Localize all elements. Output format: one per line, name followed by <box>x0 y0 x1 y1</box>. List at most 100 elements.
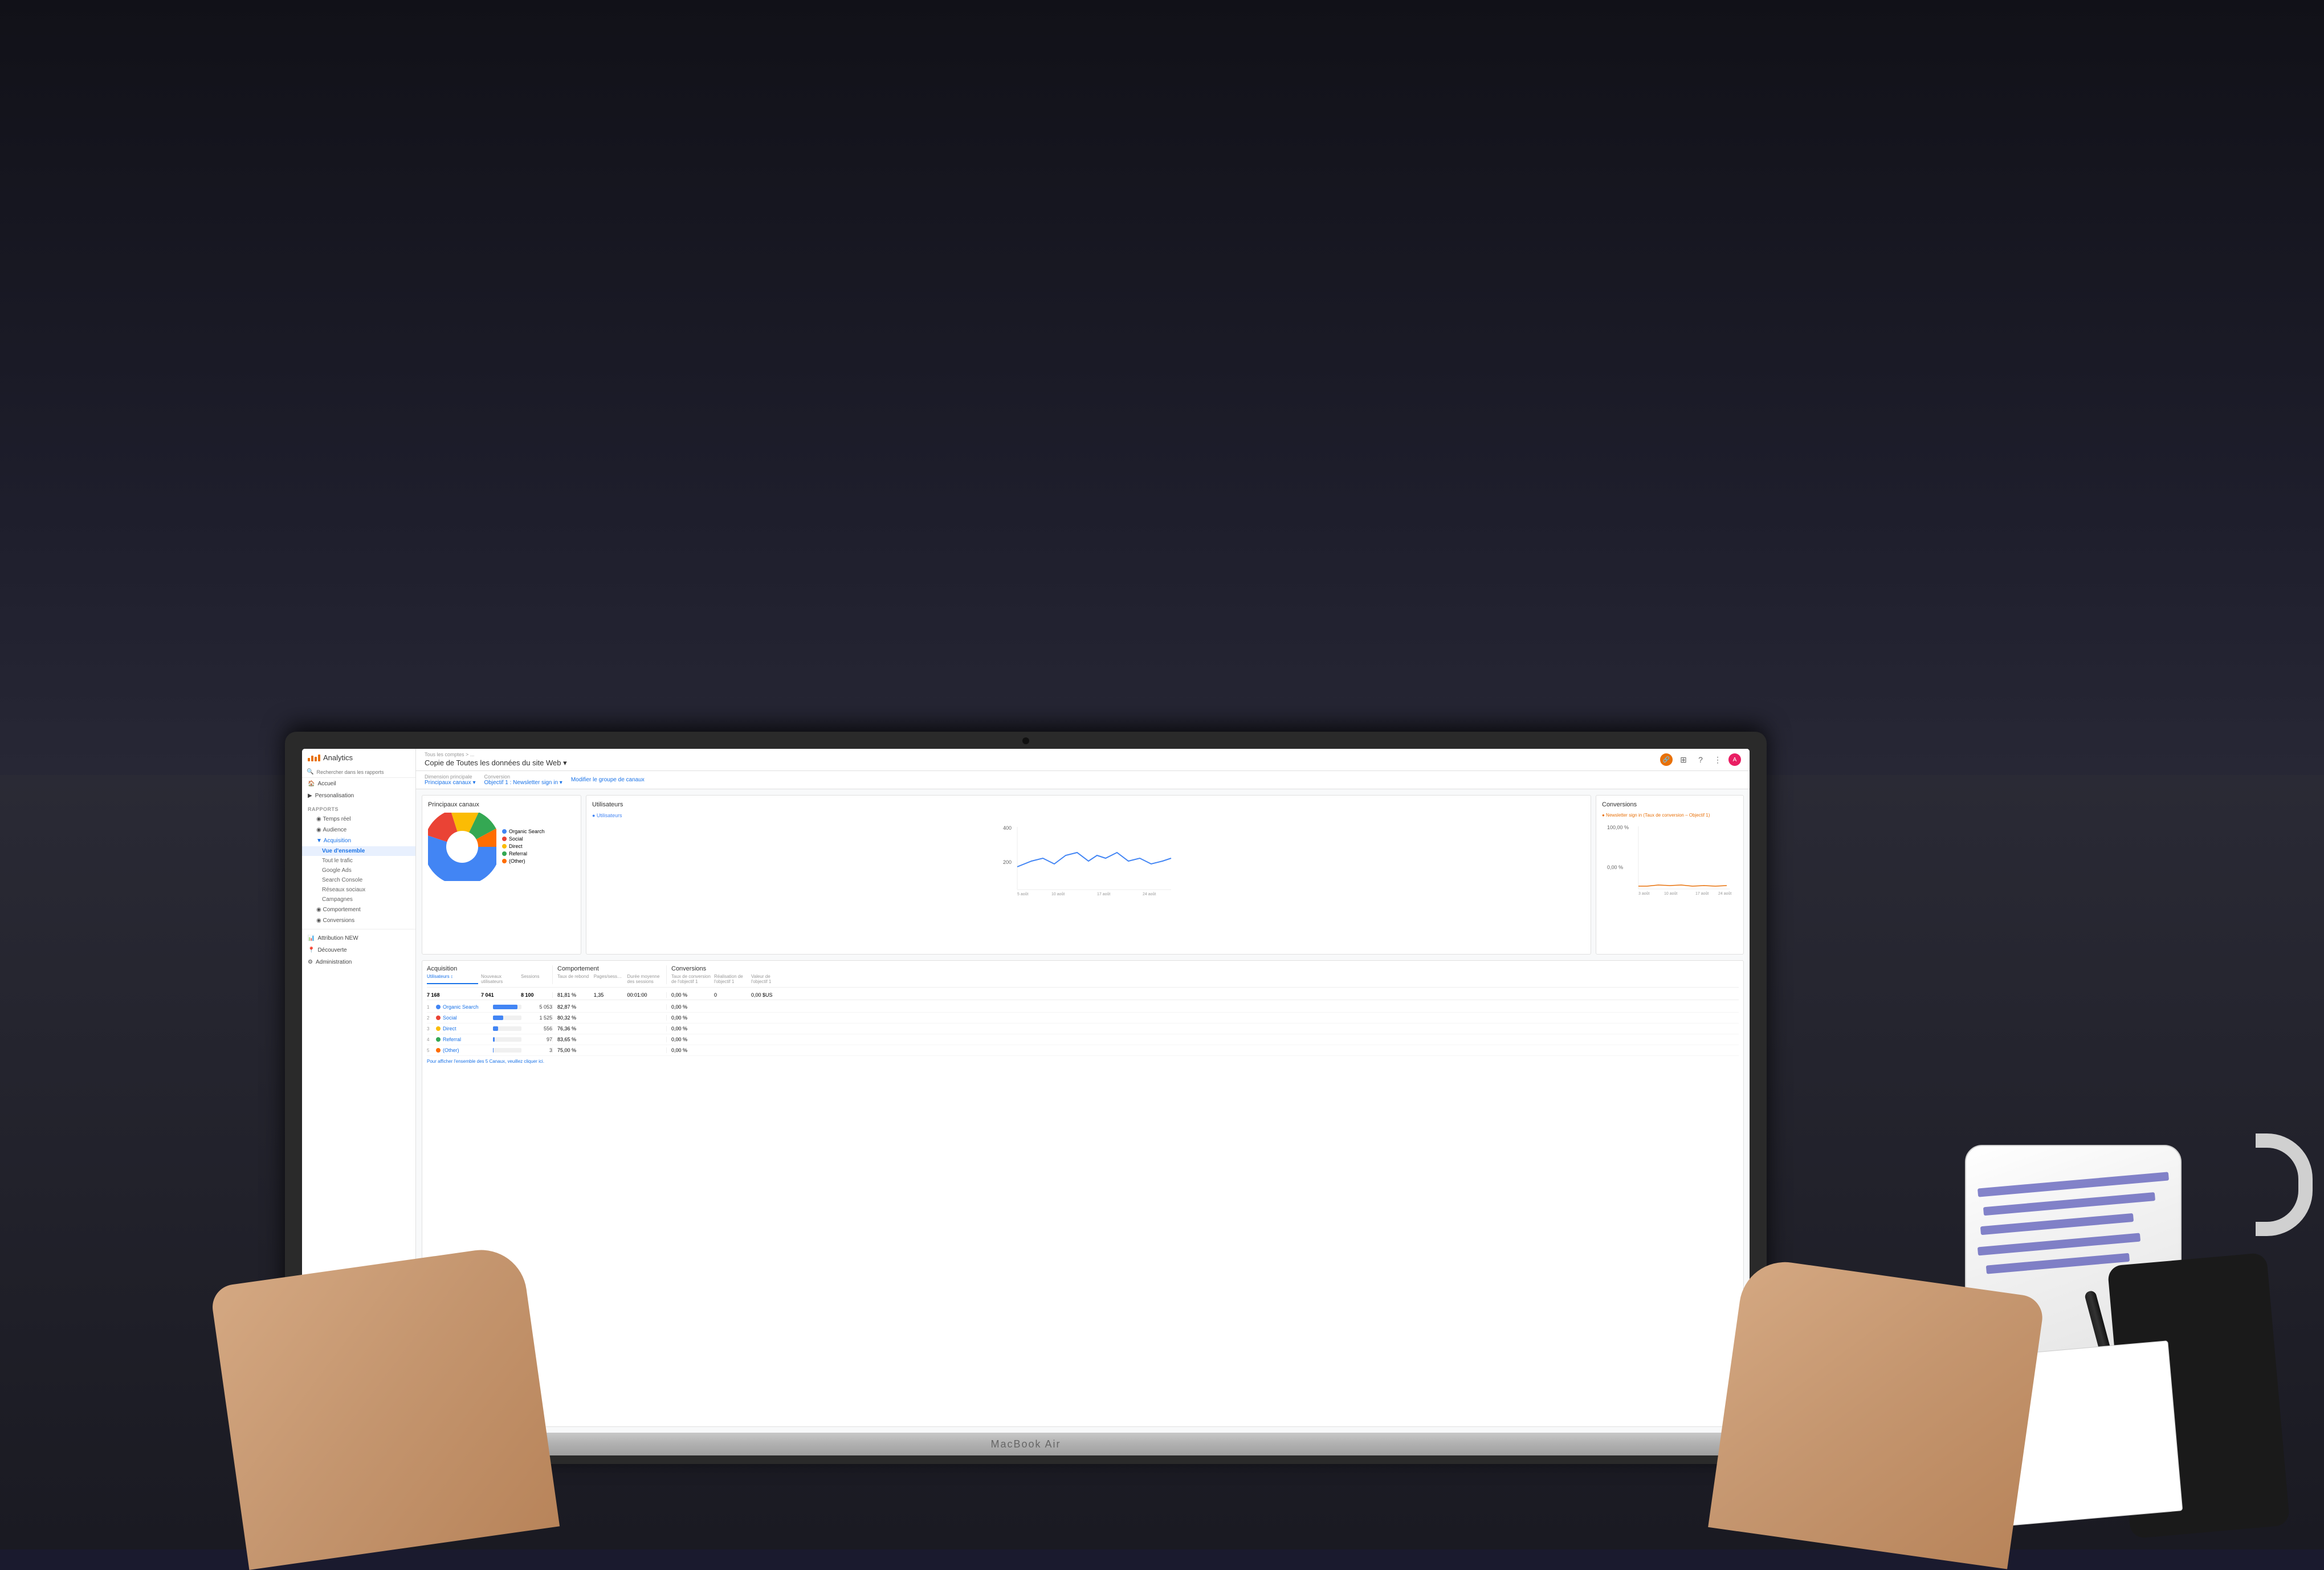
pages-1 <box>594 1004 625 1010</box>
top-bar: Tous les comptes > ... Copie de Toutes l… <box>416 749 1750 771</box>
rank4: 4 <box>427 1037 434 1042</box>
svg-text:0,00 %: 0,00 % <box>1607 864 1623 870</box>
table-section: Acquisition Utilisateurs ↕ Nouveaux util… <box>422 960 1744 1427</box>
bar2 <box>311 756 313 761</box>
dimension-label: Dimension principale <box>425 774 476 780</box>
target-icon: ◉ <box>316 917 321 924</box>
share-icon-button[interactable]: 🔗 <box>1660 753 1673 766</box>
sidebar-item-campagnes[interactable]: Campagnes <box>302 895 415 904</box>
user-icon: ▶ <box>308 793 312 799</box>
dimension-select[interactable]: Principaux canaux ▾ <box>425 780 476 786</box>
legend-direct: Direct <box>502 843 545 849</box>
data-rows: 1 Organic Search 5 053 <box>427 1002 1739 1056</box>
color-dot-4 <box>436 1037 441 1042</box>
acquisition-section-header: Acquisition Utilisateurs ↕ Nouveaux util… <box>427 965 552 984</box>
more-icon[interactable]: ⋮ <box>1711 753 1724 766</box>
legend-dot-direct <box>502 844 507 849</box>
footer-note[interactable]: Pour afficher l'ensemble des 5 Canaux, v… <box>427 1059 1739 1064</box>
top-icons: 🔗 ⊞ ? ⋮ A <box>1660 753 1741 766</box>
chart-conversions-top: Conversions ● Newsletter sign in (Taux d… <box>1596 795 1744 955</box>
search-icon: 🔍 <box>307 769 313 775</box>
conversion-select[interactable]: Objectif 1 : Newsletter sign in ▾ <box>484 780 562 786</box>
conversions-line <box>1638 885 1727 886</box>
sidebar-item-acquisition[interactable]: ▼ Acquisition <box>302 835 415 846</box>
conv-taux-3: 0,00 % <box>671 1026 711 1031</box>
users-val-1: 5 053 <box>529 1004 552 1010</box>
table-row: 5 (Other) 3 <box>427 1045 1739 1056</box>
utilisateurs-line <box>1017 853 1171 867</box>
channel-name-3[interactable]: Direct <box>443 1026 491 1031</box>
conv-valeur-1 <box>751 1004 782 1010</box>
channel-name-1[interactable]: Organic Search <box>443 1004 491 1010</box>
pie-chart-svg <box>428 813 496 881</box>
pie-chart-container: Organic Search Social Direct <box>428 813 575 881</box>
bar-fill-5 <box>493 1048 494 1053</box>
conv-row3: 0,00 % <box>666 1026 1739 1031</box>
sidebar-item-conversions[interactable]: ◉ Conversions <box>302 915 415 926</box>
rebond-3: 76,36 % <box>557 1026 592 1031</box>
grid-icon[interactable]: ⊞ <box>1677 753 1690 766</box>
sidebar-item-attribution[interactable]: 📊 Attribution NEW <box>302 932 415 944</box>
legend-other: (Other) <box>502 858 545 864</box>
bar-bg-3 <box>493 1026 521 1031</box>
legend-dot-organic <box>502 829 507 834</box>
sidebar-item-google-ads[interactable]: Google Ads <box>302 866 415 875</box>
conv-total-real: 0 <box>714 992 748 998</box>
users-val-4: 97 <box>529 1037 552 1042</box>
home-icon: 🏠 <box>308 781 315 787</box>
comp-row3: 76,36 % <box>552 1026 666 1031</box>
rank3: 3 <box>427 1026 434 1031</box>
sidebar-item-search-console[interactable]: Search Console <box>302 875 415 885</box>
comp-row1: 82,87 % <box>552 1004 666 1010</box>
sidebar-item-vue-ensemble[interactable]: Vue d'ensemble <box>302 846 415 856</box>
bar-wrap-3 <box>493 1026 527 1031</box>
comportement-section-header: Comportement Taux de rebond Pages/sess… … <box>552 965 666 984</box>
sidebar-item-accueil[interactable]: 🏠 Accueil <box>302 778 415 790</box>
acq-row2: 2 Social 1 525 <box>427 1015 552 1021</box>
bar-bg-4 <box>493 1037 521 1042</box>
bar-wrap-5 <box>493 1048 527 1053</box>
bar-wrap-2 <box>493 1016 527 1020</box>
acquisition-col-headers: Utilisateurs ↕ Nouveaux utilisateurs Ses… <box>427 974 552 984</box>
acq-col-sessions: Sessions <box>521 974 547 984</box>
bar-wrap-1 <box>493 1005 527 1009</box>
edit-channels-link[interactable]: Modifier le groupe de canaux <box>571 777 645 783</box>
channel-name-5[interactable]: (Other) <box>443 1047 491 1053</box>
conv-taux-4: 0,00 % <box>671 1037 711 1042</box>
conv-col-valeur: Valeur de l'objectif 1 <box>751 974 782 984</box>
sidebar-item-tout-trafic[interactable]: Tout le trafic <box>302 856 415 866</box>
sidebar-item-decouverte[interactable]: 📍 Découverte <box>302 944 415 956</box>
sidebar-item-audience[interactable]: ◉ Audience <box>302 825 415 835</box>
channel-name-2[interactable]: Social <box>443 1015 491 1021</box>
left-hand <box>210 1244 560 1570</box>
comp-col-duree: Durée moyenne des sessions <box>627 974 666 984</box>
rank5: 5 <box>427 1048 434 1053</box>
help-icon[interactable]: ? <box>1694 753 1707 766</box>
sidebar-search-container[interactable]: 🔍 <box>302 766 415 778</box>
channel-name-4[interactable]: Referral <box>443 1037 491 1042</box>
sidebar-item-temps-reel[interactable]: ◉ Temps réel <box>302 814 415 825</box>
table-card: Acquisition Utilisateurs ↕ Nouveaux util… <box>422 960 1744 1427</box>
acq-col-new: Nouveaux utilisateurs <box>481 974 518 984</box>
comp-total-rebond: 81,81 % <box>557 992 591 998</box>
gear-icon: ⚙ <box>308 959 313 965</box>
sidebar-item-reseaux-sociaux[interactable]: Réseaux sociaux <box>302 885 415 895</box>
sidebar-item-comportement[interactable]: ◉ Comportement <box>302 904 415 915</box>
acq-totals: 7 168 7 041 8 100 <box>427 992 552 998</box>
sidebar-item-personalisation[interactable]: ▶ Personalisation <box>302 790 415 802</box>
comp-total-pages: 1,35 <box>594 992 625 998</box>
utilisateurs-chart: 400 200 5 août 10 août 17 août 24 août <box>592 821 1585 895</box>
acq-row3: 3 Direct 556 <box>427 1026 552 1031</box>
acq-row4: 4 Referral 97 <box>427 1037 552 1042</box>
sidebar-item-administration[interactable]: ⚙ Administration <box>302 956 415 968</box>
conv-date2: 10 août <box>1664 892 1677 895</box>
rank1: 1 <box>427 1005 434 1010</box>
page-title: Copie de Toutes les données du site Web … <box>425 759 567 768</box>
search-input[interactable] <box>316 769 411 775</box>
conv-row1: 0,00 % <box>666 1004 1739 1010</box>
comp-col-rebond: Taux de rebond <box>557 974 591 984</box>
bar-fill-1 <box>493 1005 517 1009</box>
avatar[interactable]: A <box>1728 753 1741 766</box>
pie-legend: Organic Search Social Direct <box>502 829 545 866</box>
attribution-icon: 📊 <box>308 935 315 941</box>
